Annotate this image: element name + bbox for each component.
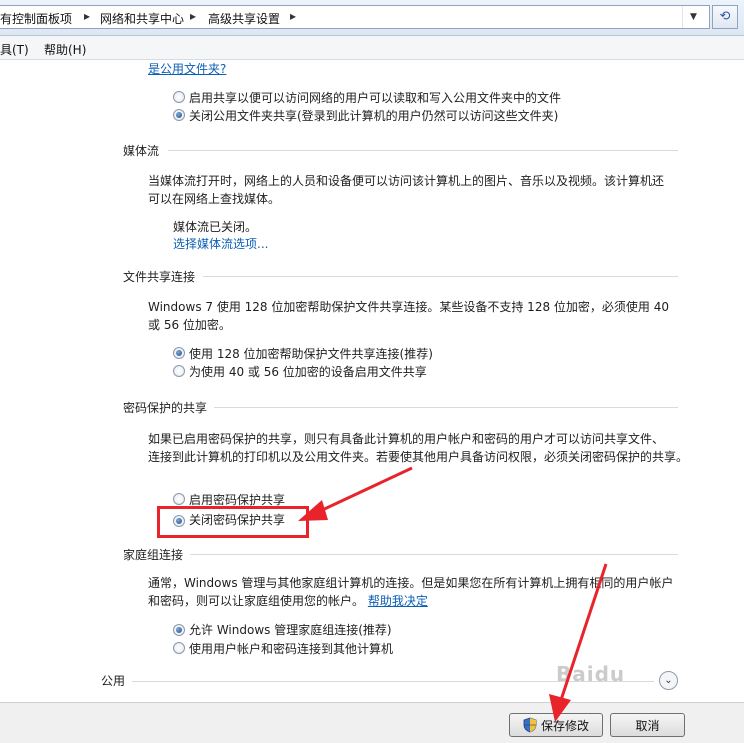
divider [168,150,678,151]
menu-tools[interactable]: 具(T) [0,41,29,58]
watermark: Baidu [556,662,626,686]
text-line: 当媒体流打开时，网络上的人员和设备便可以访问该计算机上的图片、音乐以及视频。该计… [148,174,665,188]
section-heading-file-sharing: 文件共享连接 [123,270,196,284]
triangle-right-icon[interactable]: ▸ [290,9,296,23]
section-heading-media: 媒体流 [123,144,160,158]
radio-public-disable[interactable] [173,109,185,121]
text-line: 或 56 位加密。 [148,318,231,332]
radio-label: 启用共享以便可以访问网络的用户可以读取和写入公用文件夹中的文件 [189,91,562,105]
chevron-down-icon[interactable]: ▼ [682,6,704,28]
radio-public-enable[interactable] [173,91,185,103]
save-button-label: 保存修改 [540,718,589,733]
text-line: 通常，Windows 管理与其他家庭组计算机的连接。但是如果您在所有计算机上拥有… [148,576,674,590]
breadcrumb-network-sharing-center[interactable]: 网络和共享中心 [100,10,184,27]
public-folder-link[interactable]: 是公用文件夹? [148,60,226,77]
password-description: 如果已启用密码保护的共享，则只有具备此计算机的用户帐户和密码的用户才可以访问共享… [148,430,688,466]
section-heading-password: 密码保护的共享 [123,401,208,415]
text-line: Windows 7 使用 128 位加密帮助保护文件共享连接。某些设备不支持 1… [148,300,669,314]
media-options-link[interactable]: 选择媒体流选项... [173,235,268,252]
section-heading-public: 公用 [101,674,126,688]
chevron-down-circle-icon[interactable]: ⌄ [659,671,678,690]
divider [203,276,678,277]
menu-help[interactable]: 帮助(H) [44,41,86,58]
breadcrumb-advanced-sharing[interactable]: 高级共享设置 [208,10,280,27]
radio-label: 使用 128 位加密帮助保护文件共享连接(推荐) [189,347,433,361]
triangle-right-icon[interactable]: ▸ [190,9,196,23]
text-line: 可以在网络上查找媒体。 [148,192,281,206]
media-description: 当媒体流打开时，网络上的人员和设备便可以访问该计算机上的图片、音乐以及视频。该计… [148,172,678,208]
cancel-button[interactable]: 取消 [610,713,685,737]
divider [214,407,678,408]
triangle-right-icon[interactable]: ▸ [84,9,90,23]
radio-windows-manage[interactable] [173,624,185,636]
text-line: 和密码，则可以让家庭组使用您的帐户。 帮助我决定 [148,592,688,610]
cancel-button-label: 取消 [635,718,660,733]
file-sharing-description: Windows 7 使用 128 位加密帮助保护文件共享连接。某些设备不支持 1… [148,298,678,334]
text-line: 如果已启用密码保护的共享，则只有具备此计算机的用户帐户和密码的用户才可以访问共享… [148,432,665,446]
radio-user-accounts[interactable] [173,642,185,654]
help-me-decide-link[interactable]: 帮助我决定 [368,594,428,608]
uac-shield-icon [523,717,537,733]
radio-label: 允许 Windows 管理家庭组连接(推荐) [189,623,392,637]
divider [190,554,678,555]
save-button[interactable]: 保存修改 [509,713,603,737]
text-line: 连接到此计算机的打印机以及公用文件夹。若要使其他用户具备访问权限，必须关闭密码保… [148,450,689,464]
radio-label: 关闭公用文件夹共享(登录到此计算机的用户仍然可以访问这些文件夹) [189,109,559,123]
homegroup-description: 通常，Windows 管理与其他家庭组计算机的连接。但是如果您在所有计算机上拥有… [148,574,688,610]
radio-label: 使用用户帐户和密码连接到其他计算机 [189,642,394,656]
settings-content: 是公用文件夹? 启用共享以便可以访问网络的用户可以读取和写入公用文件夹中的文件 … [0,60,744,702]
highlight-box [157,506,309,538]
address-bar: 有控制面板项 ▸ 网络和共享中心 ▸ 高级共享设置 ▸ ▼ ⟲ [0,0,744,36]
text-fragment: 和密码，则可以让家庭组使用您的帐户。 [148,594,365,608]
section-heading-homegroup: 家庭组连接 [123,548,184,562]
refresh-icon[interactable]: ⟲ [712,5,738,29]
dialog-footer: 保存修改 取消 [0,702,744,743]
radio-128bit[interactable] [173,347,185,359]
menu-bar: 具(T) 帮助(H) [0,36,744,60]
media-status: 媒体流已关闭。 [173,220,258,234]
radio-enable-password[interactable] [173,493,185,505]
radio-label: 为使用 40 或 56 位加密的设备启用文件共享 [189,365,427,379]
radio-40-56bit[interactable] [173,365,185,377]
breadcrumb-control-panel-items[interactable]: 有控制面板项 [0,10,72,27]
address-field[interactable]: 有控制面板项 ▸ 网络和共享中心 ▸ 高级共享设置 ▸ ▼ [0,5,710,29]
